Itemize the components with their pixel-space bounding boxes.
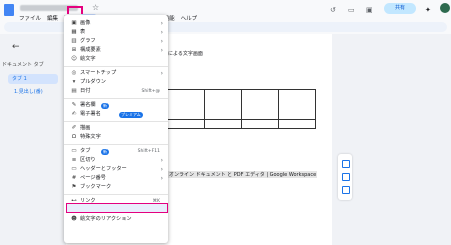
chevron-right-icon: ›: [160, 175, 163, 182]
calendar-icon: ▤: [71, 88, 77, 94]
menu-separator: [64, 144, 168, 145]
menu-separator: [64, 194, 168, 195]
menu-item-emoji[interactable]: ☺ 絵文字: [64, 55, 168, 64]
page-number-icon: #: [71, 175, 77, 181]
menu-insert-highlight: [67, 6, 69, 14]
chevron-right-icon: ›: [160, 38, 163, 45]
header-footer-icon: ▭: [71, 166, 77, 172]
menu-insert-highlight: [81, 6, 83, 14]
building-blocks-icon: ⊞: [71, 47, 77, 53]
tab-icon: ▭: [71, 148, 77, 154]
chevron-right-icon: ›: [160, 29, 163, 36]
menu-item-label: 絵文字: [80, 56, 96, 62]
sidebar-item-heading[interactable]: 1.見出し(番): [14, 88, 43, 95]
side-action-rail: [338, 154, 352, 200]
meet-icon[interactable]: ▣: [366, 6, 373, 14]
chevron-right-icon: ›: [160, 47, 163, 54]
menu-item-bookmark[interactable]: ⚑ ブックマーク: [64, 183, 168, 192]
menu-item-emoji-reaction[interactable]: ☻ 絵文字のリアクション: [64, 215, 168, 224]
link-highlight-box: [66, 203, 168, 213]
smart-chips-icon: ◎: [71, 70, 77, 76]
menu-separator: [64, 98, 168, 99]
menu-item-shortcut: Shift+@: [141, 89, 161, 94]
back-arrow-icon[interactable]: ←: [12, 42, 20, 52]
menu-item-dropdown-field[interactable]: ✍ 電子署名 プレミアム: [64, 110, 168, 119]
menu-item-page-break[interactable]: ≡ 区切り ›: [64, 156, 168, 165]
menu-item-badge: プレミアム: [119, 111, 143, 118]
chevron-right-icon: ›: [160, 70, 163, 77]
docs-logo-icon[interactable]: [4, 4, 14, 16]
document-tabs-sidebar: ← ドキュメント タブ タブ 1 1.見出し(番): [0, 34, 60, 245]
menu-item-label: 画像: [80, 20, 91, 26]
menu-item-label: ブックマーク: [80, 184, 112, 190]
comment-history-icon[interactable]: ▭: [348, 6, 355, 14]
menu-item-label: 描画: [80, 125, 91, 131]
avatar[interactable]: [440, 3, 450, 13]
emoji-reaction-icon[interactable]: [342, 173, 350, 181]
page-break-icon: ≡: [71, 157, 77, 163]
menu-item-page-number[interactable]: # ページ番号 ›: [64, 174, 168, 183]
menu-item-label: タブ: [80, 148, 91, 154]
special-chars-icon: Ω: [71, 134, 77, 140]
menu-item-dropdown[interactable]: ▾ プルダウン: [64, 78, 168, 87]
sidebar-title: ドキュメント タブ: [2, 62, 44, 68]
menu-item-label: スマートチップ: [80, 70, 117, 76]
sidebar-item-tab1[interactable]: タブ 1: [8, 74, 58, 84]
menu-item-label: 構成要素: [80, 47, 101, 53]
highlighted-link-text[interactable]: オンライン ドキュメント と PDF エディタ | Google Workspa…: [168, 171, 318, 178]
image-icon: ▣: [71, 20, 77, 26]
chevron-right-icon: ›: [160, 20, 163, 27]
share-button[interactable]: 共有: [384, 3, 416, 14]
table-icon: ▦: [71, 29, 77, 35]
emoji-icon: ☺: [71, 56, 77, 62]
menu-separator: [64, 66, 168, 67]
menu-item-label: 区切り: [80, 157, 96, 163]
menu-item-header-footer[interactable]: ▭ ヘッダーとフッター ›: [64, 165, 168, 174]
menu-item-label: 特殊文字: [80, 134, 101, 140]
menu-item-label: 日付: [80, 88, 91, 94]
menu-item-label: 電子署名: [80, 111, 101, 117]
suggest-edits-icon[interactable]: [342, 186, 350, 194]
menu-item-signature[interactable]: ✎ 署名欄新: [64, 101, 168, 110]
menu-item-table[interactable]: ▦ 表 ›: [64, 28, 168, 37]
chevron-right-icon: ›: [160, 157, 163, 164]
table-column-line: [278, 90, 279, 128]
menu-item-label: プルダウン: [80, 79, 106, 85]
table-column-line: [241, 90, 242, 128]
table-column-line: [204, 90, 205, 128]
star-icon[interactable]: ☆: [92, 3, 99, 12]
dropdown-field-icon: ✍: [71, 111, 77, 117]
table-row-line: [167, 119, 315, 120]
history-icon[interactable]: ↺: [330, 6, 336, 14]
bookmark-icon: ⚑: [71, 184, 77, 190]
gemini-icon[interactable]: ✦: [425, 6, 431, 14]
menu-item-special-chars[interactable]: Ω 特殊文字: [64, 133, 168, 142]
signature-icon: ✎: [71, 102, 77, 108]
emoji-reaction-icon: ☻: [71, 216, 77, 222]
menu-item-drawing[interactable]: ✐ 描画: [64, 124, 168, 133]
menu-item-badge: 新: [101, 102, 109, 109]
menu-item-smart-chips[interactable]: ◎ スマートチップ ›: [64, 69, 168, 78]
menu-separator: [64, 121, 168, 122]
menu-item-building-blocks[interactable]: ⊞ 構成要素 ›: [64, 46, 168, 55]
menu-item-label: ヘッダーとフッター: [80, 166, 127, 172]
doc-heading-text: による文字画面: [168, 51, 203, 57]
menu-item-shortcut: Shift+F11: [137, 149, 160, 154]
menu-item-label: ページ番号: [80, 175, 106, 181]
chevron-right-icon: ›: [160, 166, 163, 173]
doc-table[interactable]: [166, 89, 316, 129]
menu-item-label: 絵文字のリアクション: [80, 216, 132, 222]
add-comment-icon[interactable]: [342, 160, 350, 168]
menu-item-tab[interactable]: ▭ タブ 新 Shift+F11: [64, 147, 168, 156]
menu-item-image[interactable]: ▣ 画像 ›: [64, 19, 168, 28]
menu-item-chart[interactable]: ▥ グラフ ›: [64, 37, 168, 46]
menu-item-label: グラフ: [80, 38, 96, 44]
drawing-icon: ✐: [71, 125, 77, 131]
dropdown-icon: ▾: [72, 79, 76, 85]
menu-item-label: 表: [80, 29, 86, 35]
menu-item-calendar[interactable]: ▤ 日付 Shift+@: [64, 87, 168, 96]
menu-item-badge: 新: [101, 148, 109, 155]
chart-icon: ▥: [71, 38, 77, 44]
menu-item-label: 署名欄: [80, 102, 96, 108]
